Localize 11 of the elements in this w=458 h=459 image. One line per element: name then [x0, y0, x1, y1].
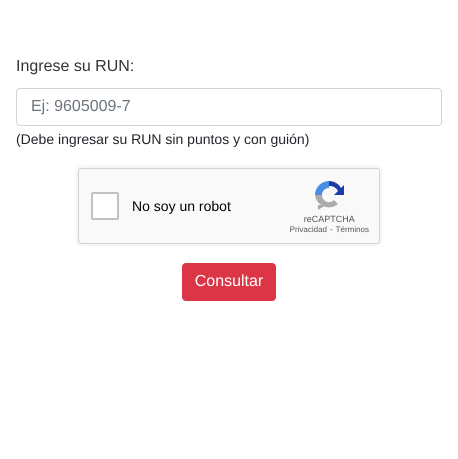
- run-label: Ingrese su RUN:: [16, 57, 136, 77]
- terms-link[interactable]: Términos: [336, 224, 369, 234]
- brand-text: reCAPTCHA: [304, 214, 355, 224]
- separator-text: -: [330, 224, 333, 234]
- checkbox-label: No soy un robot: [132, 198, 232, 214]
- recaptcha-logo-icon: [313, 178, 346, 210]
- run-input-field[interactable]: Ej: 9605009-7: [16, 88, 442, 126]
- submit-button[interactable]: Consultar: [182, 263, 276, 301]
- help-text: (Debe ingresar su RUN sin puntos y con guión): [16, 131, 310, 147]
- captcha-checkbox[interactable]: [91, 192, 119, 220]
- privacy-link[interactable]: Privacidad: [290, 224, 327, 234]
